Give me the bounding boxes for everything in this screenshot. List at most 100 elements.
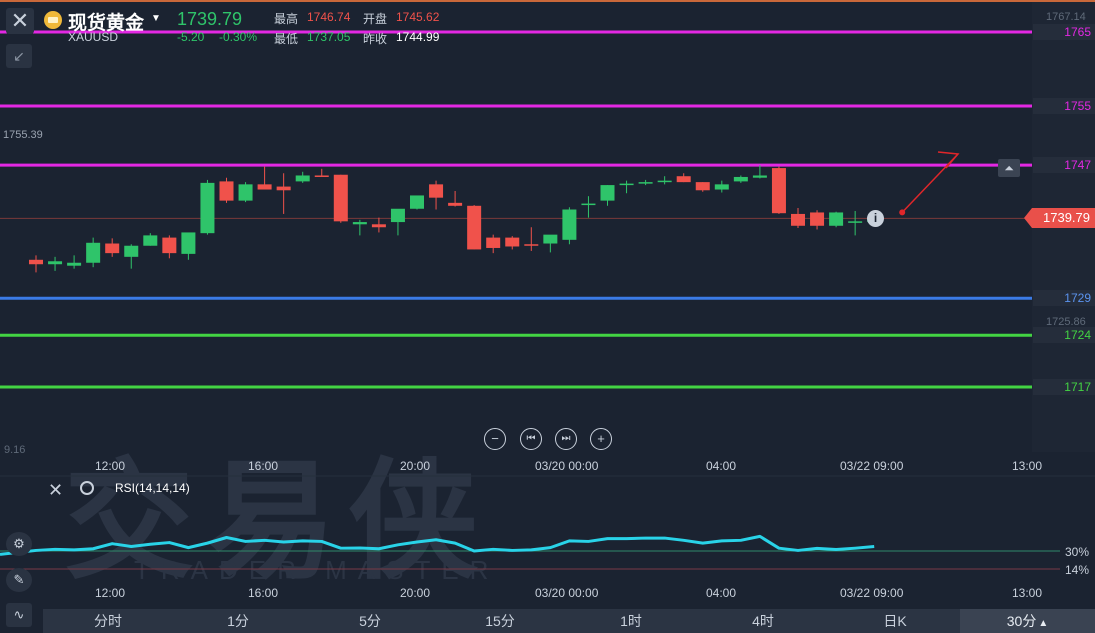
candle-body (524, 244, 539, 246)
candle-body (429, 184, 444, 198)
tab-15min[interactable]: 15分 (465, 609, 535, 633)
step-forward-icon[interactable]: ⏭ (555, 428, 577, 450)
candle-body (619, 183, 634, 186)
price-change: -5.20 (177, 30, 205, 44)
interval-tab-bar: 分时 1分 5分 15分 1时 4时 日K 30分 ▲ (43, 609, 1095, 633)
candle-body (333, 174, 348, 222)
open-label: 开盘 (363, 12, 388, 26)
candle-body (238, 184, 253, 201)
price-change-percent: -0.30% (219, 30, 258, 44)
candle-body (810, 212, 825, 226)
tab-1hour[interactable]: 1时 (596, 609, 666, 633)
time-tick-rsi-5: 03/22 09:00 (840, 586, 904, 600)
rsi-close-icon[interactable]: ✕ (48, 480, 63, 501)
caret-down-icon[interactable]: ▼ (151, 13, 161, 24)
candle-body (352, 222, 367, 225)
alert-bell-icon[interactable]: ⏶ (998, 159, 1020, 177)
candle-body (505, 237, 520, 247)
zoom-out-icon[interactable]: − (484, 428, 506, 450)
crosshair-price-label: 1755.39 (3, 129, 43, 141)
level-label-1717: 1717 (1033, 379, 1095, 395)
prev-close-label: 昨收 (363, 32, 388, 46)
time-tick-main-3: 03/20 00:00 (535, 459, 599, 473)
candle-body (86, 242, 101, 263)
close-icon[interactable]: ✕ (6, 8, 34, 34)
candle-body (771, 168, 786, 214)
candle-body (543, 234, 558, 244)
time-tick-rsi-2: 20:00 (400, 586, 431, 600)
high-value: 1746.74 (307, 10, 351, 24)
candle-body (848, 221, 863, 223)
current-price-tag: 1739.79 (1024, 208, 1095, 228)
time-tick-main-1: 16:00 (248, 459, 279, 473)
tab-30min-label: 30分 (1006, 613, 1037, 629)
caret-up-icon: ▲ (1038, 618, 1049, 629)
level-label-1755: 1755 (1033, 98, 1095, 114)
candle-body (67, 262, 82, 266)
candle-body (714, 184, 729, 190)
candle-body (638, 182, 653, 184)
gold-coin-icon (44, 11, 62, 29)
indicator-icon[interactable]: ∿ (6, 603, 32, 627)
candle-body (124, 245, 139, 257)
tab-30min[interactable]: 30分 ▲ (960, 609, 1095, 633)
last-price: 1739.79 (177, 9, 243, 29)
prev-close-value: 1744.99 (396, 30, 440, 44)
candle-body (105, 243, 120, 254)
candle-body (581, 203, 596, 206)
time-tick-main-4: 04:00 (706, 459, 737, 473)
candle-body (448, 202, 463, 206)
candle-body (600, 185, 615, 201)
chart-canvas[interactable] (0, 0, 1095, 633)
candle-body (390, 208, 405, 223)
low-label: 最低 (274, 32, 299, 46)
candle-body (29, 259, 43, 265)
axis-label-left-lower: 9.16 (4, 444, 26, 456)
candle-body (276, 186, 291, 191)
time-tick-rsi-0: 12:00 (95, 586, 126, 600)
tab-5min[interactable]: 5分 (335, 609, 405, 633)
candle-body (733, 176, 748, 182)
projection-arrow-start (899, 209, 906, 216)
time-tick-rsi-4: 04:00 (706, 586, 737, 600)
tab-daily[interactable]: 日K (860, 609, 930, 633)
candle-body (200, 182, 215, 234)
time-tick-main-2: 20:00 (400, 459, 431, 473)
candle-body (181, 232, 196, 254)
candle-body (314, 175, 329, 177)
candle-body (295, 175, 310, 182)
level-label-1729: 1729 (1033, 290, 1095, 306)
candle-body (467, 205, 482, 250)
settings-icon[interactable]: ⚙ (6, 532, 32, 556)
candle-body (562, 209, 577, 240)
time-tick-rsi-1: 16:00 (248, 586, 279, 600)
zoom-in-icon[interactable]: + (590, 428, 612, 450)
candle-body (791, 213, 805, 226)
candle-body (48, 261, 63, 265)
time-tick-rsi-6: 13:00 (1012, 586, 1043, 600)
candle-body (219, 181, 234, 201)
candle-body (752, 175, 767, 178)
candle-body (162, 237, 177, 254)
tab-4hour[interactable]: 4时 (728, 609, 798, 633)
time-tick-main-0: 12:00 (95, 459, 126, 473)
rsi-settings-icon[interactable] (80, 481, 94, 495)
tab-1min[interactable]: 1分 (203, 609, 273, 633)
info-icon[interactable]: i (867, 210, 884, 227)
candle-body (829, 212, 844, 226)
rsi-level-14: 14% (1064, 563, 1089, 577)
candle-body (371, 224, 386, 228)
axis-label-top: 1767.14 (1046, 11, 1086, 23)
low-value: 1737.05 (307, 30, 351, 44)
candle-body (695, 182, 710, 191)
instrument-symbol: XAUUSD (68, 30, 119, 44)
level-label-1747: 1747 (1033, 157, 1095, 173)
step-back-icon[interactable]: ⏮ (520, 428, 542, 450)
pencil-icon[interactable]: ✎ (6, 568, 32, 592)
time-tick-rsi-3: 03/20 00:00 (535, 586, 599, 600)
level-label-1724: 1724 (1033, 327, 1095, 343)
level-label-1765: 1765 (1033, 24, 1095, 40)
tab-timeshare[interactable]: 分时 (73, 609, 143, 633)
shrink-icon[interactable]: ↙ (6, 44, 32, 68)
time-tick-main-5: 03/22 09:00 (840, 459, 904, 473)
